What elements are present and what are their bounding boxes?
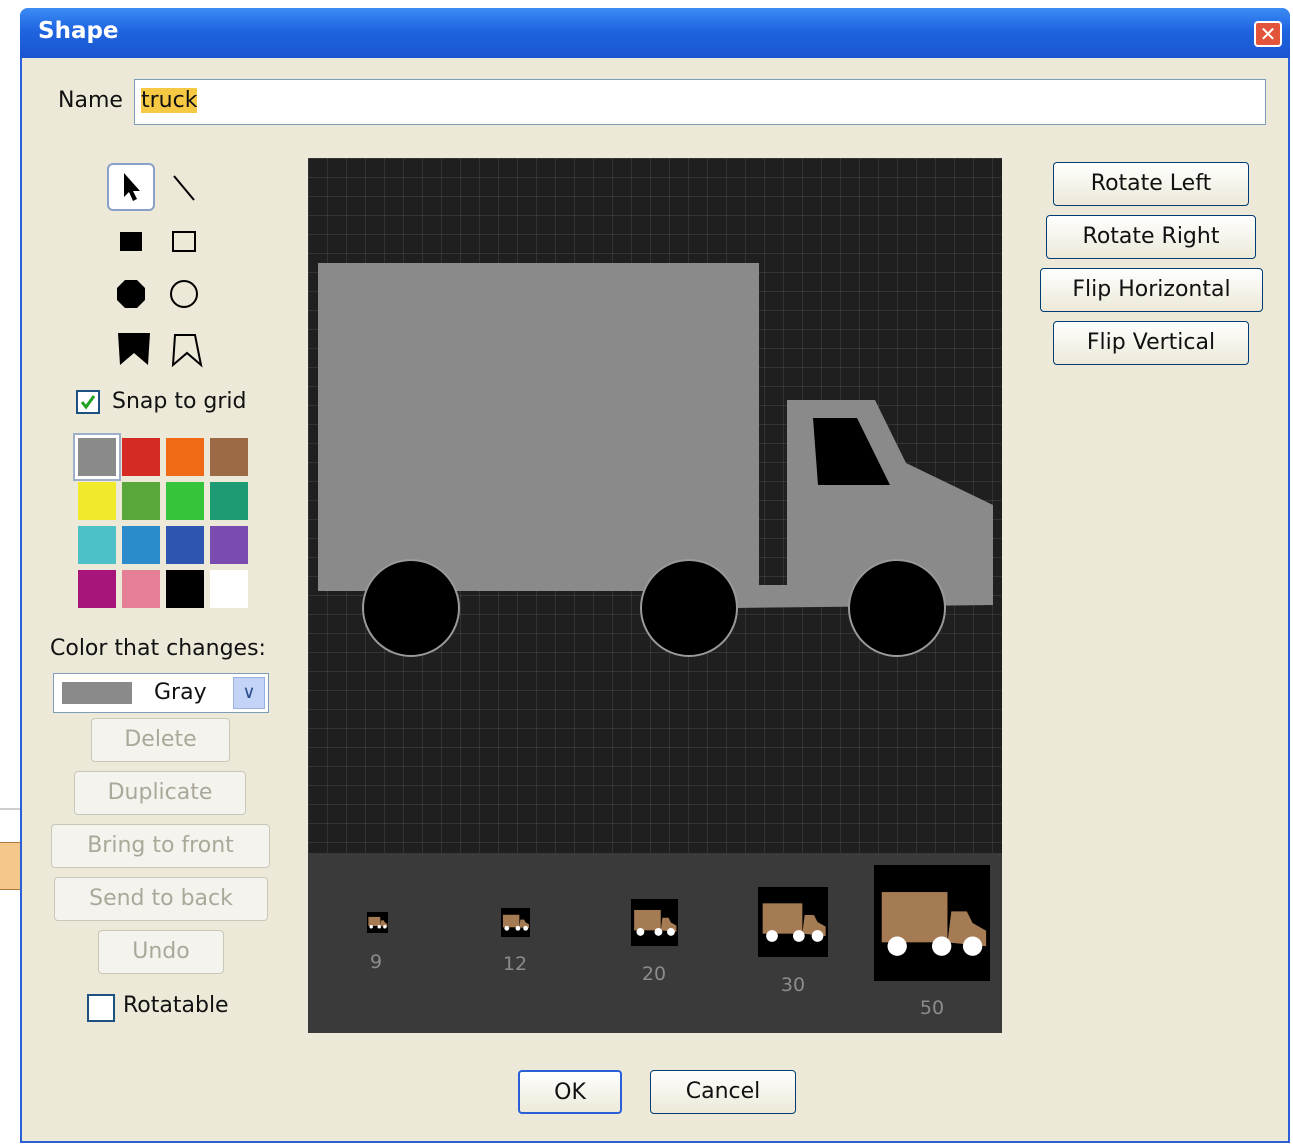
line-icon — [173, 175, 195, 201]
close-icon[interactable]: ✕ — [1254, 21, 1282, 47]
preview-size-label: 9 — [369, 951, 383, 973]
name-value: truck — [141, 88, 198, 113]
color-swatch[interactable] — [78, 482, 116, 520]
flip-horizontal-button[interactable]: Flip Horizontal — [1040, 268, 1263, 312]
color-swatch[interactable] — [210, 570, 248, 608]
name-input[interactable]: truck — [134, 79, 1266, 125]
background-divider — [0, 808, 22, 810]
color-swatch[interactable] — [122, 438, 160, 476]
cargo-box[interactable] — [318, 263, 759, 591]
truck-preview-50 — [874, 865, 990, 981]
color-value: Gray — [154, 680, 207, 705]
preview-size-label: 12 — [502, 953, 528, 975]
flip-vertical-button[interactable]: Flip Vertical — [1053, 321, 1249, 365]
rotate-right-button[interactable]: Rotate Right — [1046, 215, 1256, 259]
wheel-middle[interactable] — [640, 559, 738, 657]
outline-square-icon — [172, 231, 196, 252]
color-swatch[interactable] — [210, 526, 248, 564]
wheel-rear[interactable] — [362, 559, 460, 657]
outline-circle-tool[interactable] — [160, 270, 208, 318]
preview-size-label: 50 — [919, 997, 945, 1019]
truck-preview-12 — [501, 908, 530, 937]
window-title: Shape — [38, 18, 119, 44]
rotatable-checkbox[interactable] — [87, 994, 115, 1022]
color-swatch[interactable] — [210, 482, 248, 520]
truck-preview-20 — [631, 899, 678, 946]
preview-size-label: 20 — [641, 963, 667, 985]
truck-shape[interactable] — [308, 158, 1002, 853]
outline-circle-icon — [170, 280, 198, 308]
undo-button[interactable]: Undo — [98, 930, 224, 974]
checkmark-icon — [80, 395, 96, 410]
drawing-canvas[interactable] — [308, 158, 1002, 853]
preview-size-label: 30 — [780, 974, 806, 996]
color-swatch[interactable] — [75, 435, 119, 479]
name-label: Name — [58, 88, 123, 113]
filled-square-icon — [120, 232, 142, 251]
color-swatch[interactable] — [166, 526, 204, 564]
truck-preview-9 — [367, 912, 388, 933]
bring-to-front-button[interactable]: Bring to front — [51, 824, 270, 868]
duplicate-button[interactable]: Duplicate — [74, 771, 246, 815]
color-swatch[interactable] — [78, 526, 116, 564]
ok-button[interactable]: OK — [518, 1070, 622, 1114]
select-tool[interactable] — [107, 163, 155, 211]
arrow-pointer-icon — [124, 173, 140, 201]
line-tool[interactable] — [160, 163, 208, 211]
color-swatch[interactable] — [78, 570, 116, 608]
color-that-changes-label: Color that changes: — [50, 636, 266, 661]
color-swatch[interactable] — [122, 526, 160, 564]
truck-preview-30 — [758, 887, 828, 957]
snap-to-grid-checkbox[interactable] — [76, 390, 100, 414]
outline-polygon-tool[interactable] — [163, 326, 211, 374]
color-palette — [75, 435, 254, 614]
size-previews: 9 12 20 30 50 — [308, 853, 1002, 1033]
rotate-left-button[interactable]: Rotate Left — [1053, 162, 1249, 206]
color-chip — [62, 682, 132, 704]
rotatable-label: Rotatable — [123, 993, 229, 1018]
cancel-button[interactable]: Cancel — [650, 1070, 796, 1114]
filled-octagon-icon — [117, 280, 145, 308]
color-swatch[interactable] — [166, 570, 204, 608]
color-that-changes-select[interactable]: Gray ∨ — [53, 673, 269, 713]
color-swatch[interactable] — [166, 482, 204, 520]
filled-octagon-tool[interactable] — [107, 270, 155, 318]
delete-button[interactable]: Delete — [91, 718, 230, 762]
wheel-front[interactable] — [848, 559, 946, 657]
snap-to-grid-label: Snap to grid — [112, 389, 247, 414]
color-swatch[interactable] — [122, 570, 160, 608]
color-swatch[interactable] — [166, 438, 204, 476]
color-swatch[interactable] — [122, 482, 160, 520]
color-swatch[interactable] — [210, 438, 248, 476]
filled-polygon-icon — [118, 333, 150, 365]
outline-polygon-icon — [171, 334, 203, 368]
outline-rectangle-tool[interactable] — [160, 217, 208, 265]
title-bar — [20, 8, 1290, 58]
filled-rectangle-tool[interactable] — [107, 217, 155, 265]
filled-polygon-tool[interactable] — [110, 326, 158, 374]
chevron-down-icon[interactable]: ∨ — [233, 677, 265, 709]
send-to-back-button[interactable]: Send to back — [54, 877, 268, 921]
